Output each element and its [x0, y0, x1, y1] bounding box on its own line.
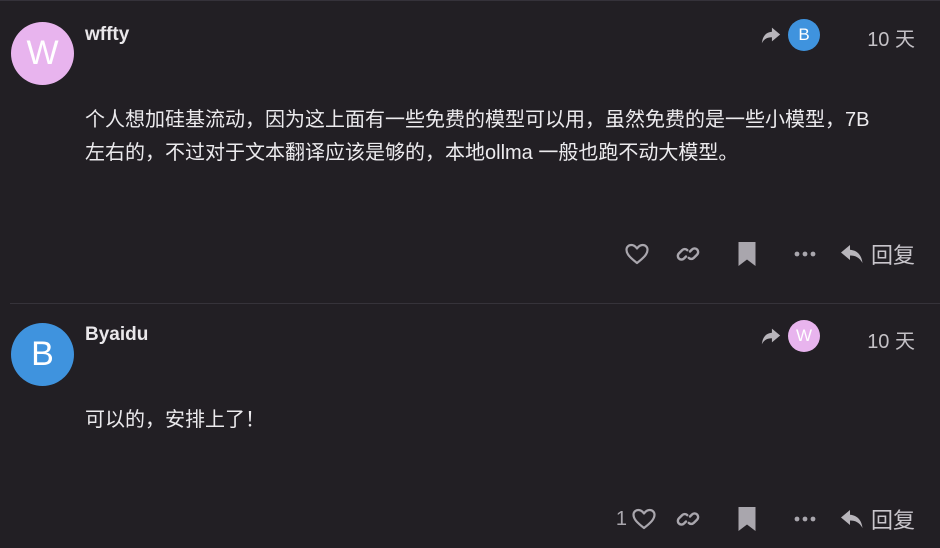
share-arrow-icon [761, 328, 781, 345]
copy-link-button[interactable] [659, 237, 717, 271]
post-time[interactable]: 10 天 [867, 325, 915, 354]
bookmark-button[interactable] [717, 237, 777, 271]
reply-to-avatar[interactable]: B [788, 19, 820, 51]
bookmark-icon [738, 507, 756, 531]
reply-arrow-icon [840, 245, 863, 263]
bookmark-icon [738, 242, 756, 266]
reply-button[interactable]: 回复 [839, 237, 915, 271]
post-body: 个人想加硅基流动，因为这上面有一些免费的模型可以用，虽然免费的是一些小模型，7B… [85, 104, 915, 170]
avatar[interactable]: B [11, 323, 74, 386]
reply-button[interactable]: 回复 [839, 502, 915, 536]
more-options-button[interactable] [777, 502, 833, 536]
copy-link-button[interactable] [659, 502, 717, 536]
link-icon [676, 247, 700, 261]
ellipsis-icon [794, 516, 816, 522]
post-body-line: 可以的，安排上了！ [85, 409, 265, 431]
username[interactable]: Byaidu [85, 324, 148, 346]
reply-to-avatar[interactable]: W [788, 320, 820, 352]
avatar[interactable]: W [11, 22, 74, 85]
post-body-line: 个人想加硅基流动，因为这上面有一些免费的模型可以用，虽然免费的是一些小模型，7B [85, 109, 870, 131]
reply-label: 回复 [870, 508, 915, 533]
post-body: 可以的，安排上了！ [85, 404, 915, 437]
like-button[interactable] [615, 237, 659, 271]
like-group: 1 [616, 502, 659, 536]
post-body-line: 左右的，不过对于文本翻译应该是够的，本地ollma 一般也跑不动大模型。 [85, 142, 739, 164]
reply-to-indicator[interactable]: W [760, 320, 820, 352]
username[interactable]: wffty [85, 24, 129, 46]
link-icon [676, 512, 700, 526]
reply-arrow-icon [840, 510, 863, 528]
post-byaidu: B Byaidu W 10 天 可以的，安排上了！ 1 回复 [0, 303, 940, 548]
post-wffty: W wffty B 10 天 个人想加硅基流动，因为这上面有一些免费的模型可以用… [0, 0, 940, 303]
reply-label: 回复 [870, 243, 915, 268]
reply-to-indicator[interactable]: B [760, 19, 820, 51]
more-options-button[interactable] [777, 237, 833, 271]
post-actions: 1 回复 [616, 502, 915, 536]
heart-icon [625, 243, 649, 265]
share-arrow-icon [761, 27, 781, 44]
post-time[interactable]: 10 天 [867, 23, 915, 52]
post-actions: 回复 [615, 237, 915, 271]
ellipsis-icon [794, 251, 816, 257]
bookmark-button[interactable] [717, 502, 777, 536]
like-button[interactable] [629, 502, 659, 536]
heart-icon [632, 508, 656, 530]
like-count[interactable]: 1 [616, 508, 627, 531]
